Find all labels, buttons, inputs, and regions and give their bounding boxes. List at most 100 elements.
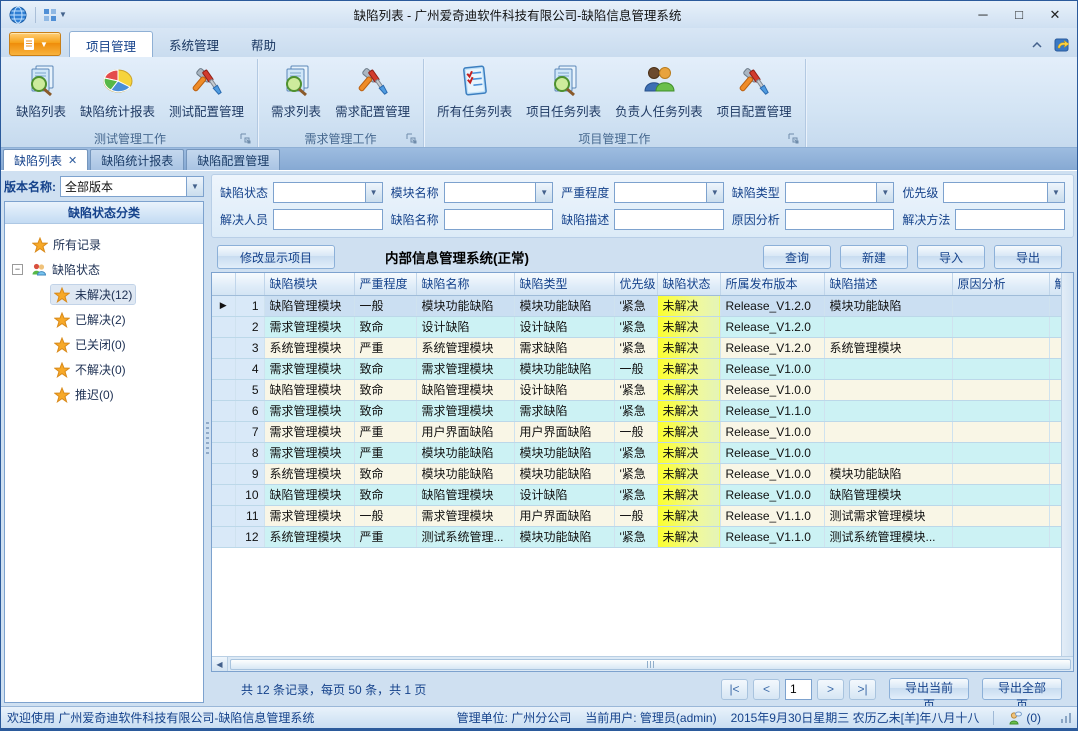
grid-cell[interactable]: [952, 400, 1049, 421]
filter-value-input[interactable]: [956, 210, 1064, 229]
grid-cell[interactable]: 模块功能缺陷: [514, 442, 614, 463]
grid-cell[interactable]: 未解决: [657, 484, 720, 505]
grid-cell[interactable]: [1049, 442, 1061, 463]
filter-dropdown[interactable]: ▼: [785, 182, 895, 203]
grid-cell[interactable]: [1049, 337, 1061, 358]
tree-item[interactable]: 所有记录: [5, 232, 203, 257]
grid-cell[interactable]: [1049, 400, 1061, 421]
grid-cell[interactable]: Release_V1.0.0: [720, 463, 824, 484]
messages-indicator[interactable]: (0): [1008, 711, 1041, 725]
grid-cell[interactable]: '紧急: [614, 442, 657, 463]
grid-cell[interactable]: 严重: [354, 526, 416, 547]
close-icon[interactable]: ✕: [68, 154, 77, 167]
column-header[interactable]: 缺陷类型: [514, 273, 614, 295]
filter-value-input[interactable]: [274, 183, 365, 202]
grid-cell[interactable]: Release_V1.2.0: [720, 295, 824, 316]
prev-page-button[interactable]: <: [753, 679, 780, 700]
table-row[interactable]: 2需求管理模块致命设计缺陷设计缺陷'紧急未解决Release_V1.2.0: [212, 316, 1061, 337]
grid-cell[interactable]: 未解决: [657, 337, 720, 358]
grid-cell[interactable]: 未解决: [657, 442, 720, 463]
grid-cell[interactable]: 缺陷管理模块: [824, 484, 952, 505]
hscroll-thumb[interactable]: [230, 659, 1071, 670]
page-number-input[interactable]: [785, 679, 812, 700]
grid-cell[interactable]: [824, 358, 952, 379]
resize-grip-icon[interactable]: [1061, 713, 1071, 723]
ribbon-button[interactable]: 缺陷统计报表: [73, 61, 162, 122]
ribbon-button[interactable]: 需求列表: [264, 61, 328, 122]
grid-cell[interactable]: 致命: [354, 463, 416, 484]
grid-cell[interactable]: 模块功能缺陷: [416, 463, 514, 484]
grid-cell[interactable]: [1049, 379, 1061, 400]
grid-cell[interactable]: 测试需求管理模块: [824, 505, 952, 526]
grid-cell[interactable]: [1049, 316, 1061, 337]
grid-cell[interactable]: Release_V1.1.0: [720, 526, 824, 547]
chevron-down-icon[interactable]: ▼: [876, 183, 893, 202]
table-row[interactable]: 6需求管理模块致命需求管理模块需求缺陷'紧急未解决Release_V1.1.0: [212, 400, 1061, 421]
grid-cell[interactable]: [1049, 463, 1061, 484]
tree-item[interactable]: −缺陷状态: [5, 257, 203, 282]
grid-cell[interactable]: 未解决: [657, 316, 720, 337]
tree-item[interactable]: 不解决(0): [5, 357, 203, 382]
filter-value-input[interactable]: [445, 183, 536, 202]
grid-cell[interactable]: 模块功能缺陷: [514, 358, 614, 379]
grid-cell[interactable]: 一般: [614, 358, 657, 379]
table-row[interactable]: 10缺陷管理模块致命缺陷管理模块设计缺陷'紧急未解决Release_V1.0.0…: [212, 484, 1061, 505]
grid-cell[interactable]: 需求管理模块: [416, 400, 514, 421]
grid-cell[interactable]: 未解决: [657, 379, 720, 400]
chevron-down-icon[interactable]: ▼: [706, 183, 723, 202]
grid-cell[interactable]: Release_V1.2.0: [720, 337, 824, 358]
grid-cell[interactable]: 设计缺陷: [514, 316, 614, 337]
tree-item[interactable]: 未解决(12): [5, 282, 203, 307]
grid-cell[interactable]: [824, 400, 952, 421]
search-button[interactable]: 查询: [763, 245, 831, 269]
ribbon-button[interactable]: 项目任务列表: [519, 61, 608, 122]
grid-cell[interactable]: 需求缺陷: [514, 337, 614, 358]
grid-cell[interactable]: 模块功能缺陷: [824, 295, 952, 316]
ribbon-button[interactable]: 项目配置管理: [710, 61, 799, 122]
row-selector-cell[interactable]: [212, 505, 235, 526]
grid-cell[interactable]: 模块功能缺陷: [514, 295, 614, 316]
filter-value-input[interactable]: [786, 183, 877, 202]
grid-cell[interactable]: 未解决: [657, 295, 720, 316]
grid-cell[interactable]: '紧急: [614, 337, 657, 358]
grid-cell[interactable]: 缺陷管理模块: [264, 484, 354, 505]
row-selector-cell[interactable]: [212, 337, 235, 358]
grid-cell[interactable]: [824, 421, 952, 442]
filter-value-input[interactable]: [274, 210, 382, 229]
grid-cell[interactable]: [952, 421, 1049, 442]
table-row[interactable]: 11需求管理模块一般需求管理模块用户界面缺陷一般未解决Release_V1.1.…: [212, 505, 1061, 526]
close-button[interactable]: ✕: [1037, 4, 1073, 26]
chevron-down-icon[interactable]: ▼: [1047, 183, 1064, 202]
chevron-down-icon[interactable]: ▼: [365, 183, 382, 202]
grid-cell[interactable]: Release_V1.2.0: [720, 316, 824, 337]
version-select[interactable]: 全部版本 ▼: [60, 176, 204, 197]
grid-cell[interactable]: 一般: [354, 505, 416, 526]
grid-cell[interactable]: 模块功能缺陷: [416, 442, 514, 463]
grid-cell[interactable]: 用户界面缺陷: [514, 421, 614, 442]
grid-cell[interactable]: Release_V1.0.0: [720, 379, 824, 400]
grid-cell[interactable]: 测试系统管理...: [416, 526, 514, 547]
grid-cell[interactable]: 系统管理模块: [264, 463, 354, 484]
grid-cell[interactable]: 需求缺陷: [514, 400, 614, 421]
grid-cell[interactable]: '紧急: [614, 316, 657, 337]
grid-cell[interactable]: 缺陷管理模块: [416, 379, 514, 400]
column-header[interactable]: 所属发布版本: [720, 273, 824, 295]
grid-cell[interactable]: '紧急: [614, 463, 657, 484]
column-header[interactable]: 缺陷描述: [824, 273, 952, 295]
row-selector-cell[interactable]: [212, 526, 235, 547]
column-header[interactable]: 解决: [1049, 273, 1061, 295]
filter-value-input[interactable]: [445, 210, 553, 229]
export-button[interactable]: 导出: [994, 245, 1062, 269]
grid-cell[interactable]: 一般: [354, 295, 416, 316]
row-selector-cell[interactable]: [212, 484, 235, 505]
grid-cell[interactable]: [952, 505, 1049, 526]
grid-cell[interactable]: '紧急: [614, 526, 657, 547]
filter-text-field[interactable]: [444, 209, 554, 230]
row-selector-cell[interactable]: [212, 421, 235, 442]
grid-cell[interactable]: 严重: [354, 442, 416, 463]
application-menu-button[interactable]: ▼: [9, 32, 61, 56]
row-selector-cell[interactable]: [212, 463, 235, 484]
export-current-page-button[interactable]: 导出当前页: [889, 678, 969, 700]
ribbon-button[interactable]: 需求配置管理: [328, 61, 417, 122]
grid-cell[interactable]: [1049, 505, 1061, 526]
